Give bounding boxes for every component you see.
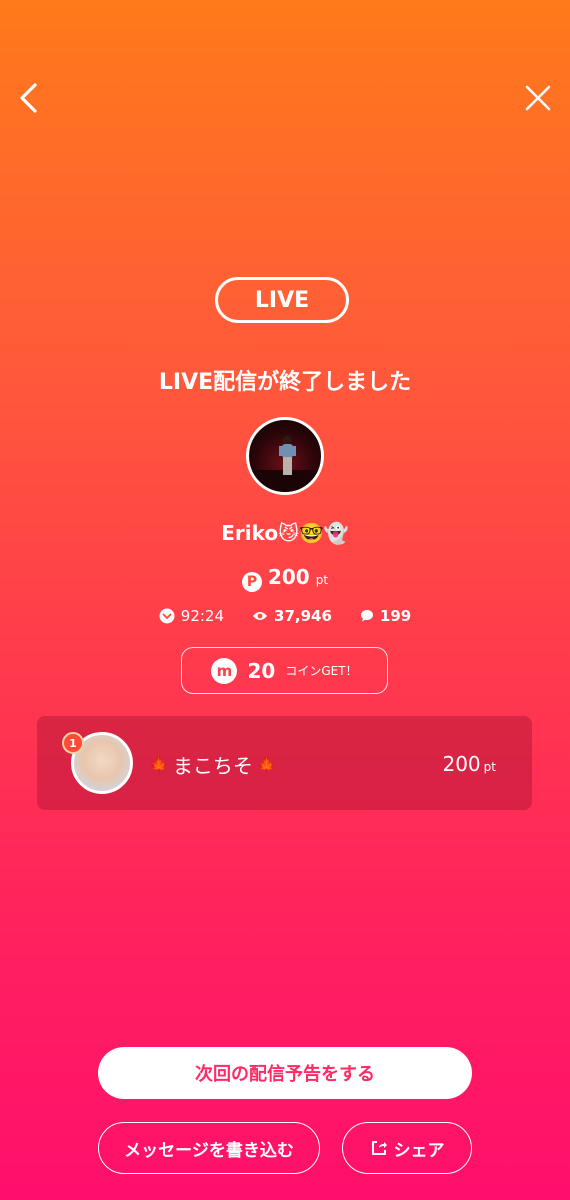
maple-leaf-icon: 🍁 xyxy=(149,755,169,774)
comment-icon xyxy=(360,610,373,622)
duration-value: 92:24 xyxy=(180,607,225,625)
maple-leaf-icon: 🍁 xyxy=(256,755,277,774)
supporter-name-text: まこちそ xyxy=(172,754,253,778)
schedule-next-stream-button[interactable]: 次回の配信予告をする xyxy=(98,1047,472,1099)
coin-reward: m 20 コインGET！ xyxy=(181,647,388,694)
coin-icon: m xyxy=(211,657,238,684)
share-button[interactable]: シェア xyxy=(342,1122,472,1174)
write-message-label: メッセージを書き込む xyxy=(124,1140,294,1161)
live-badge: LIVE xyxy=(215,277,349,323)
share-label: シェア xyxy=(393,1140,445,1161)
share-icon xyxy=(371,1141,387,1155)
points-earned: P 200 pt xyxy=(0,565,570,592)
close-button[interactable] xyxy=(518,78,558,118)
stream-stats: 92:24 37,946 199 xyxy=(0,607,570,625)
stat-duration: 92:24 xyxy=(159,607,224,625)
stat-views: 37,946 xyxy=(252,607,332,625)
streamer-photo xyxy=(249,436,321,492)
streamer-emojis: 😼🤓👻 xyxy=(278,521,349,545)
chevron-left-icon xyxy=(20,83,37,113)
ranking-card[interactable]: 1 🍁 まこちそ 🍁 200 pt xyxy=(37,716,532,810)
views-value: 37,946 xyxy=(274,607,332,625)
coin-label: コインGET！ xyxy=(285,664,358,678)
eye-icon xyxy=(253,612,268,620)
supporter-points-value: 200 xyxy=(442,752,481,776)
supporter-name: 🍁 まこちそ 🍁 xyxy=(149,750,277,779)
point-icon: P xyxy=(241,572,262,592)
streamer-avatar[interactable] xyxy=(246,417,324,495)
supporter-points: 200 pt xyxy=(442,752,496,776)
clock-icon xyxy=(159,608,175,624)
points-unit: pt xyxy=(315,573,329,587)
rank-badge: 1 xyxy=(62,732,84,754)
points-value: 200 xyxy=(267,565,310,589)
close-icon xyxy=(525,85,551,111)
write-message-button[interactable]: メッセージを書き込む xyxy=(98,1122,320,1174)
stat-comments: 199 xyxy=(360,607,411,625)
supporter-points-unit: pt xyxy=(483,760,496,774)
live-ended-title: LIVE配信が終了しました xyxy=(158,370,412,395)
streamer-name: Eriko😼🤓👻 xyxy=(0,521,570,545)
streamer-name-text: Eriko xyxy=(221,521,279,545)
back-button[interactable] xyxy=(8,78,48,118)
coin-value: 20 xyxy=(247,658,276,683)
comments-value: 199 xyxy=(379,607,412,625)
